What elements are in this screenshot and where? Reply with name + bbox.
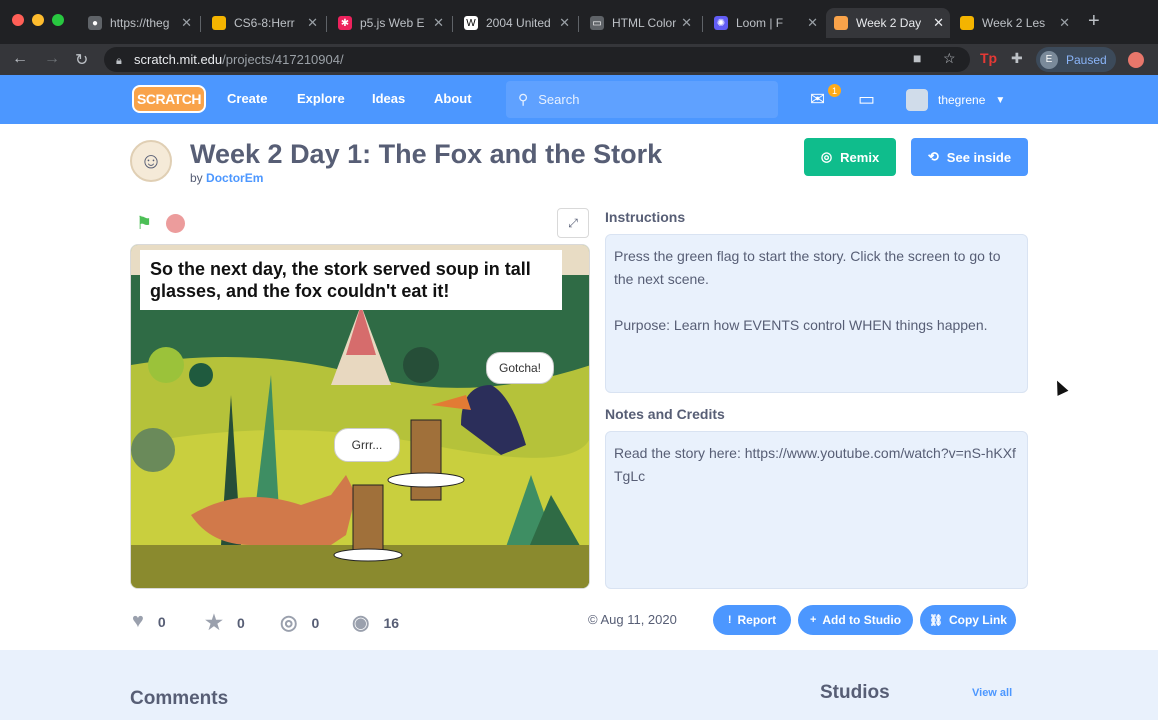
heart-icon: ♥ <box>132 610 144 632</box>
page-title: Week 2 Day 1: The Fox and the Stork <box>190 139 663 169</box>
avatar <box>906 89 928 111</box>
link-icon: ⛓ <box>929 614 943 627</box>
remix-button[interactable]: ◎ Remix <box>804 138 896 176</box>
browser-tab[interactable]: W 2004 United ✕ <box>456 8 576 38</box>
star-icon: ★ <box>205 612 223 634</box>
views-stat: ◉ 16 <box>352 612 400 634</box>
messages-icon[interactable]: ✉ <box>810 89 825 110</box>
close-window-button[interactable] <box>12 14 24 26</box>
expand-icon: ⤢ <box>568 215 578 230</box>
folder-icon: ▭ <box>590 16 604 30</box>
close-tab-icon[interactable]: ✕ <box>681 15 692 31</box>
close-tab-icon[interactable]: ✕ <box>307 15 318 31</box>
comments-heading: Comments <box>130 688 229 709</box>
plus-icon: + <box>809 614 817 626</box>
mouse-cursor <box>1051 378 1069 396</box>
browser-tab[interactable]: CS6-8:Herr ✕ <box>204 8 324 38</box>
stage-caption: So the next day, the stork served soup i… <box>140 250 562 310</box>
see-inside-button[interactable]: ⟲ See inside <box>911 138 1028 176</box>
close-tab-icon[interactable]: ✕ <box>1059 15 1070 31</box>
share-date: © Aug 11, 2020 <box>588 612 677 627</box>
profile-avatar: E <box>1040 50 1058 69</box>
extension-tp-icon[interactable]: Tp <box>980 50 997 66</box>
green-flag-icon[interactable]: ⚑ <box>136 213 152 234</box>
camera-icon[interactable]: ■ <box>913 50 921 66</box>
exclamation-icon: ! <box>727 614 732 626</box>
nav-about[interactable]: About <box>434 91 472 106</box>
profile-paused-button[interactable]: E Paused <box>1036 47 1116 72</box>
back-icon[interactable]: ← <box>12 50 28 68</box>
fullscreen-button[interactable]: ⤢ <box>557 208 589 238</box>
eye-icon: ◉ <box>352 612 370 634</box>
minimize-window-button[interactable] <box>32 14 44 26</box>
instructions-label: Instructions <box>605 209 686 225</box>
browser-tab[interactable]: ● https://theg ✕ <box>80 8 198 38</box>
browser-tab[interactable]: ▭ HTML Color ✕ <box>582 8 698 38</box>
loves-stat[interactable]: ♥ 0 <box>132 610 166 633</box>
nav-ideas[interactable]: Ideas <box>372 91 405 106</box>
new-tab-icon[interactable]: + <box>1088 10 1100 33</box>
copy-link-button[interactable]: ⛓ Copy Link <box>920 605 1016 635</box>
studios-heading: Studios <box>820 682 890 703</box>
notes-label: Notes and Credits <box>605 406 725 422</box>
update-icon[interactable] <box>1128 52 1144 68</box>
author-avatar[interactable]: ☺ <box>130 140 172 182</box>
instructions-text-2: Purpose: Learn how EVENTS control WHEN t… <box>614 317 988 333</box>
remixes-stat: ◎ 0 <box>280 612 320 634</box>
add-to-studio-button[interactable]: + Add to Studio <box>798 605 913 635</box>
user-menu[interactable]: thegrene ▼ <box>906 89 1005 111</box>
view-all-link[interactable]: View all <box>972 687 1012 699</box>
p5-star-icon: ✱ <box>338 16 352 30</box>
report-button[interactable]: ! Report <box>713 605 791 635</box>
scratch-logo[interactable]: SCRATCH <box>132 85 206 113</box>
search-input[interactable]: ⚲ Search <box>506 81 778 118</box>
nav-create[interactable]: Create <box>227 91 267 106</box>
lock-icon: 🔒︎ <box>116 54 122 67</box>
author-link[interactable]: DoctorEm <box>206 171 263 185</box>
see-inside-icon: ⟲ <box>927 149 939 164</box>
browser-tab[interactable]: ✱ p5.js Web E ✕ <box>330 8 450 38</box>
notes-text: Read the story here: https://www.youtube… <box>614 445 1016 484</box>
messages-badge: 1 <box>828 84 841 97</box>
browser-tab-strip: ● https://theg ✕ CS6-8:Herr ✕ ✱ p5.js Web E ✕… <box>0 0 1158 44</box>
close-tab-icon[interactable]: ✕ <box>807 15 818 31</box>
scratch-navbar: SCRATCH Create Explore Ideas About ⚲ Sea… <box>0 75 1158 124</box>
browser-tab[interactable]: ✺ Loom | F ✕ <box>706 8 824 38</box>
forward-icon[interactable]: → <box>44 50 60 68</box>
slides-icon <box>960 16 974 30</box>
my-stuff-folder-icon[interactable]: ▭ <box>858 89 875 110</box>
browser-tab-active[interactable]: Week 2 Day ✕ <box>826 8 950 38</box>
close-tab-icon[interactable]: ✕ <box>559 15 570 31</box>
reload-icon[interactable]: ↻ <box>75 50 88 70</box>
star-bookmark-icon[interactable]: ☆ <box>943 50 956 67</box>
fox-speech-bubble: Grrr... <box>334 428 400 462</box>
close-tab-icon[interactable]: ✕ <box>181 15 192 31</box>
stork-speech-bubble: Gotcha! <box>486 352 554 384</box>
puzzle-extensions-icon[interactable]: ✚ <box>1011 50 1023 67</box>
address-bar[interactable]: 🔒︎ scratch.mit.edu/projects/417210904/ <box>104 47 970 72</box>
project-author-line: by DoctorEm <box>190 171 264 185</box>
wikipedia-icon: W <box>464 16 478 30</box>
notes-panel: Read the story here: https://www.youtube… <box>605 431 1028 589</box>
hand-icon <box>212 16 226 30</box>
chevron-down-icon: ▼ <box>995 94 1006 106</box>
close-tab-icon[interactable]: ✕ <box>933 15 944 31</box>
remix-spiral-icon: ◎ <box>280 612 298 634</box>
instructions-text-1: Press the green flag to start the story.… <box>614 248 1001 287</box>
scratch-cat-icon <box>834 16 848 30</box>
instructions-panel: Press the green flag to start the story.… <box>605 234 1028 393</box>
stop-icon[interactable] <box>166 214 185 233</box>
search-icon: ⚲ <box>518 91 529 107</box>
browser-tab[interactable]: Week 2 Les ✕ <box>952 8 1076 38</box>
favorites-stat[interactable]: ★ 0 <box>205 610 245 635</box>
loom-icon: ✺ <box>714 16 728 30</box>
globe-icon: ● <box>88 16 102 30</box>
remix-icon: ◎ <box>820 149 833 164</box>
nav-explore[interactable]: Explore <box>297 91 345 106</box>
zoom-window-button[interactable] <box>52 14 64 26</box>
browser-toolbar: ← → ↻ 🔒︎ scratch.mit.edu/projects/417210… <box>0 44 1158 75</box>
close-tab-icon[interactable]: ✕ <box>433 15 444 31</box>
